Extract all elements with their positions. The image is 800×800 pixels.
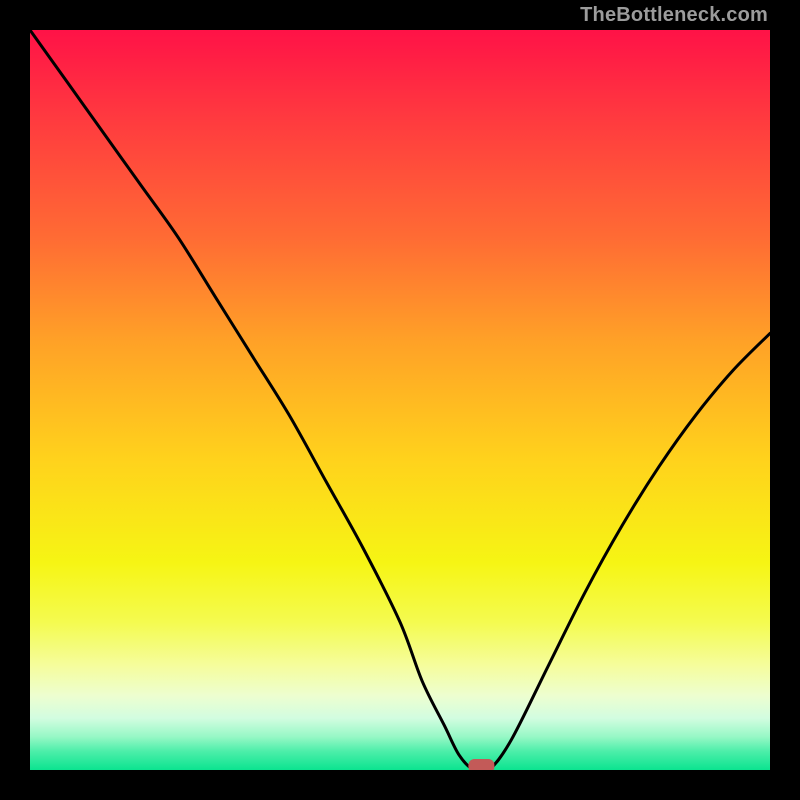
bottleneck-chart: TheBottleneck.com [0,0,800,800]
plot-area [30,30,770,770]
attribution-label: TheBottleneck.com [580,4,768,27]
chart-svg [30,30,770,770]
minimum-marker [468,759,494,770]
gradient-background [30,30,770,770]
